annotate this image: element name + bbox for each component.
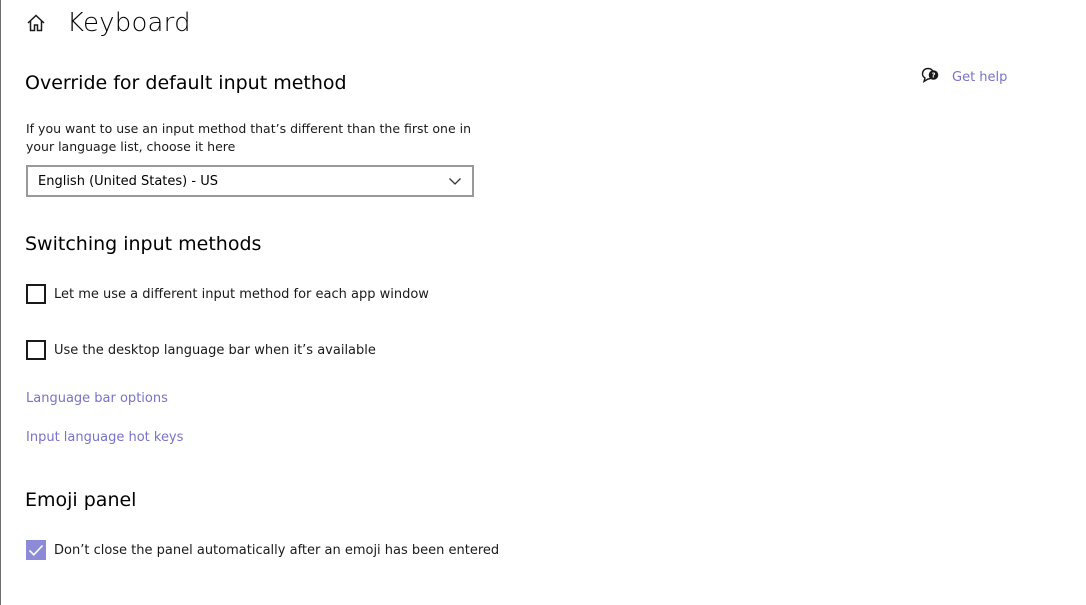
emoji-panel-checkbox[interactable] bbox=[26, 540, 46, 560]
get-help-label: Get help bbox=[952, 69, 1008, 85]
checkmark-icon bbox=[28, 544, 44, 556]
chevron-down-icon bbox=[448, 174, 462, 188]
switching-heading: Switching input methods bbox=[25, 233, 262, 255]
desktop-language-bar-label: Use the desktop language bar when it’s a… bbox=[54, 342, 376, 358]
override-description: If you want to use an input method that’… bbox=[26, 121, 472, 154]
input-method-dropdown[interactable]: English (United States) - US bbox=[26, 165, 474, 197]
page-title: Keyboard bbox=[67, 8, 191, 38]
emoji-panel-label: Don’t close the panel automatically afte… bbox=[54, 542, 500, 558]
dropdown-selected-value: English (United States) - US bbox=[38, 173, 218, 189]
home-icon[interactable] bbox=[25, 12, 47, 34]
desktop-language-bar-checkbox[interactable] bbox=[26, 340, 46, 360]
page-header: Keyboard bbox=[25, 6, 191, 40]
chat-help-icon: ? bbox=[921, 66, 939, 88]
per-app-input-checkbox[interactable] bbox=[26, 284, 46, 304]
emoji-panel-checkbox-row[interactable]: Don’t close the panel automatically afte… bbox=[26, 540, 499, 560]
override-heading: Override for default input method bbox=[25, 72, 347, 94]
input-language-hot-keys-link[interactable]: Input language hot keys bbox=[26, 430, 183, 445]
per-app-input-label: Let me use a different input method for … bbox=[54, 286, 429, 302]
svg-text:?: ? bbox=[931, 72, 935, 80]
emoji-panel-heading: Emoji panel bbox=[25, 489, 137, 511]
language-bar-options-link[interactable]: Language bar options bbox=[26, 391, 168, 406]
get-help-link[interactable]: ? Get help bbox=[921, 66, 1007, 88]
settings-page: Keyboard ? Get help Override for default… bbox=[0, 0, 1086, 605]
per-app-input-checkbox-row[interactable]: Let me use a different input method for … bbox=[26, 284, 429, 304]
desktop-language-bar-checkbox-row[interactable]: Use the desktop language bar when it’s a… bbox=[26, 340, 376, 360]
